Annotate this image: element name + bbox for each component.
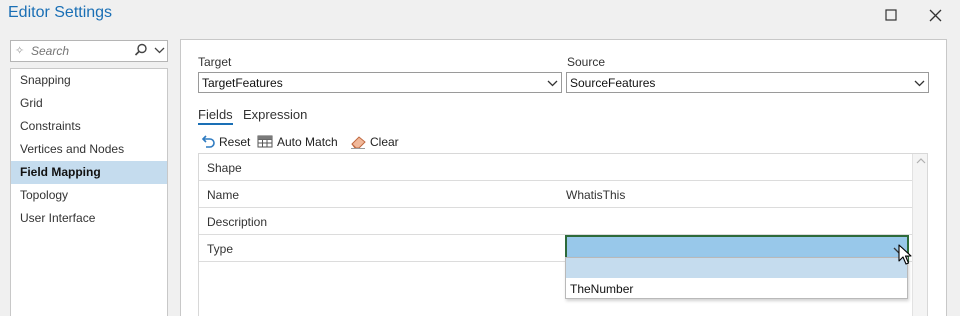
- target-label: Target: [198, 55, 232, 69]
- title-bar: Editor Settings: [0, 0, 960, 30]
- maximize-button[interactable]: [871, 0, 911, 30]
- auto-match-label: Auto Match: [277, 135, 338, 149]
- source-label: Source: [567, 55, 606, 69]
- tab-expression[interactable]: Expression: [243, 107, 307, 122]
- close-icon: [929, 9, 941, 21]
- table-row[interactable]: Shape: [199, 154, 912, 181]
- dropdown-option-empty[interactable]: [566, 258, 907, 278]
- sidebar-item-user-interface[interactable]: User Interface: [11, 207, 167, 230]
- window-title: Editor Settings: [8, 4, 113, 21]
- tab-fields[interactable]: Fields: [198, 107, 233, 125]
- target-select[interactable]: TargetFeatures: [198, 72, 562, 93]
- undo-icon: [201, 135, 215, 148]
- source-select[interactable]: SourceFeatures: [566, 72, 929, 93]
- search-input[interactable]: [31, 44, 129, 58]
- table-grid-icon: [257, 135, 273, 148]
- maximize-icon: [885, 9, 897, 21]
- sidebar-item-snapping[interactable]: Snapping: [11, 69, 167, 92]
- scroll-up-icon[interactable]: [913, 155, 928, 167]
- target-field-cell: Name: [207, 188, 240, 202]
- search-box[interactable]: ✧: [10, 40, 168, 62]
- sparkle-icon: ✧: [15, 45, 25, 57]
- clear-button[interactable]: Clear: [350, 133, 399, 151]
- chevron-down-icon: [547, 77, 558, 92]
- target-field-cell: Description: [207, 215, 268, 229]
- sidebar-item-grid[interactable]: Grid: [11, 92, 167, 115]
- sidebar-item-topology[interactable]: Topology: [11, 184, 167, 207]
- chevron-down-icon: [914, 77, 925, 92]
- chevron-down-icon[interactable]: [154, 44, 165, 59]
- reset-button[interactable]: Reset: [200, 133, 250, 151]
- target-field-cell: Shape: [207, 161, 242, 175]
- table-row[interactable]: Description: [199, 208, 912, 235]
- eraser-icon: [351, 136, 366, 149]
- close-button[interactable]: [915, 0, 955, 30]
- dropdown-option-thenumber[interactable]: TheNumber: [566, 279, 907, 299]
- mouse-cursor-icon: [898, 244, 912, 265]
- auto-match-button[interactable]: Auto Match: [257, 133, 338, 151]
- table-row[interactable]: Name WhatisThis: [199, 181, 912, 208]
- clear-label: Clear: [370, 135, 399, 149]
- sidebar-item-vertices-and-nodes[interactable]: Vertices and Nodes: [11, 138, 167, 161]
- source-value: SourceFeatures: [570, 76, 656, 90]
- sidebar-item-constraints[interactable]: Constraints: [11, 115, 167, 138]
- sidebar-item-field-mapping[interactable]: Field Mapping: [11, 161, 167, 184]
- target-value: TargetFeatures: [202, 76, 283, 90]
- vertical-scrollbar[interactable]: [912, 154, 928, 316]
- sidebar-nav: Snapping Grid Constraints Vertices and N…: [10, 68, 168, 316]
- source-field-cell[interactable]: WhatisThis: [566, 188, 625, 202]
- target-field-cell: Type: [207, 242, 234, 256]
- type-dropdown-list[interactable]: TheNumber: [565, 257, 908, 299]
- reset-label: Reset: [219, 135, 251, 149]
- search-icon[interactable]: [133, 42, 149, 61]
